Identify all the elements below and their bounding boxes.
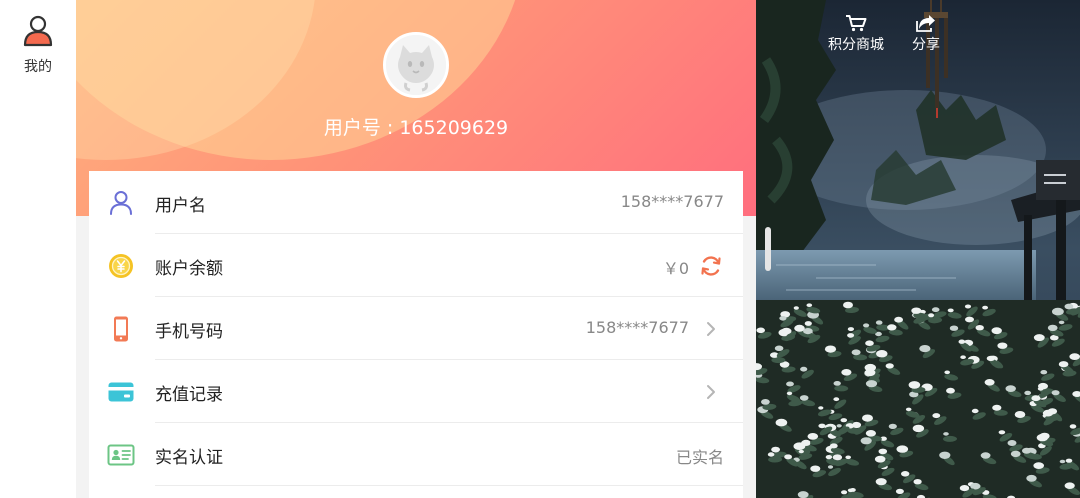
row-label: 账户余额 (155, 259, 223, 279)
user-outline-icon (110, 191, 132, 215)
user-id-text: 用户号 : 165209629 (323, 117, 509, 139)
refresh-icon[interactable] (699, 254, 723, 278)
row-label: 用户名 (155, 196, 206, 216)
card-icon (108, 382, 134, 402)
row-value: 已实名 (675, 448, 724, 467)
row-value: ￥0 (662, 259, 689, 278)
share-label: 分享 (912, 37, 940, 53)
avatar[interactable] (383, 32, 449, 98)
id-card-icon (107, 444, 135, 466)
row-value: 158****7677 (620, 192, 724, 211)
row-phone[interactable]: 手机号码 158****7677 (89, 297, 743, 360)
user-icon (23, 15, 53, 47)
chevron-right-icon (707, 322, 715, 336)
chevron-right-icon (707, 385, 715, 399)
row-label: 实名认证 (155, 448, 223, 468)
cat-avatar-icon (386, 35, 446, 95)
account-panel: 用户号 : 165209629 用户名 158****7677 账户余额 ￥0 (76, 0, 756, 498)
account-info-list: 用户名 158****7677 账户余额 ￥0 手机号码 158****7677… (89, 171, 743, 498)
row-balance[interactable]: 账户余额 ￥0 (89, 234, 743, 297)
row-value: 158****7677 (585, 318, 689, 337)
divider (155, 485, 743, 486)
scene-illustration (756, 0, 1080, 498)
game-scene[interactable]: 积分商城 分享 (756, 0, 1080, 498)
row-recharge-records[interactable]: 充值记录 (89, 360, 743, 423)
row-label: 充值记录 (155, 385, 223, 405)
phone-icon (114, 316, 128, 342)
points-mall-button[interactable]: 积分商城 (828, 14, 884, 54)
share-button[interactable]: 分享 (912, 14, 940, 54)
cart-icon (846, 15, 867, 32)
points-mall-label: 积分商城 (828, 37, 884, 53)
share-icon (916, 15, 935, 32)
row-username[interactable]: 用户名 158****7677 (89, 171, 743, 234)
nav-item-mine[interactable]: 我的 (0, 14, 76, 84)
coin-icon (109, 254, 133, 278)
row-real-name-verification[interactable]: 实名认证 已实名 (89, 423, 743, 486)
side-nav: 我的 (0, 0, 76, 498)
nav-label-mine: 我的 (24, 59, 52, 75)
scroll-indicator[interactable] (765, 227, 771, 271)
row-label: 手机号码 (155, 322, 223, 342)
